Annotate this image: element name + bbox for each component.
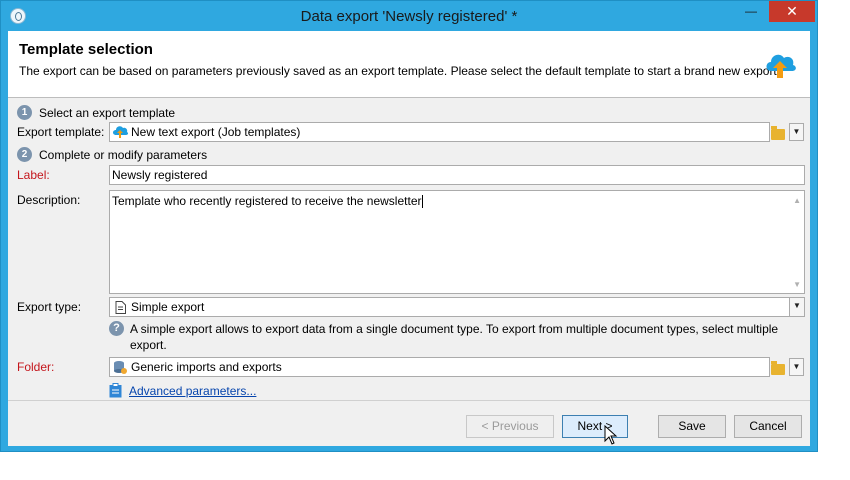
folder-icon[interactable]	[771, 361, 785, 375]
step-label: Select an export template	[39, 105, 176, 120]
title-bar[interactable]: Data export 'Newsly registered' * — ✕	[1, 1, 817, 31]
scroll-down-icon[interactable]: ▼	[793, 280, 801, 289]
text-caret	[421, 195, 423, 209]
minimize-button[interactable]: —	[736, 1, 766, 22]
scroll-up-icon[interactable]: ▲	[793, 196, 801, 205]
mouse-cursor-icon	[604, 425, 618, 445]
window-title: Data export 'Newsly registered' *	[300, 8, 518, 25]
chevron-down-icon[interactable]: ▼	[789, 123, 804, 141]
close-button[interactable]: ✕	[769, 1, 815, 22]
dialog-body: Template selection The export can be bas…	[8, 31, 810, 446]
next-button[interactable]: Next >	[562, 415, 628, 438]
folder-field[interactable]: Generic imports and exports	[109, 357, 770, 377]
save-button[interactable]: Save	[658, 415, 726, 438]
description-value: Template who recently registered to rece…	[112, 194, 422, 208]
export-template-label: Export template:	[17, 125, 105, 139]
chevron-down-icon[interactable]: ▼	[789, 298, 804, 316]
help-icon: ?	[109, 321, 124, 336]
export-type-help: A simple export allows to export data fr…	[130, 322, 779, 352]
description-label: Description:	[17, 193, 81, 207]
chevron-down-icon[interactable]: ▼	[789, 358, 804, 376]
footer-divider	[8, 400, 810, 401]
page-title: Template selection	[19, 41, 153, 58]
folder-value: Generic imports and exports	[131, 360, 282, 374]
step-number-icon: 1	[17, 105, 32, 120]
step-label: Complete or modify parameters	[39, 147, 208, 162]
step-2: 2 Complete or modify parameters	[17, 147, 207, 162]
page-subtitle: The export can be based on parameters pr…	[19, 64, 781, 78]
database-icon	[114, 361, 127, 374]
document-icon	[115, 301, 126, 314]
cloud-upload-icon	[766, 54, 796, 78]
cloud-upload-icon	[113, 126, 128, 138]
folder-icon[interactable]	[771, 126, 785, 140]
description-textarea[interactable]: Template who recently registered to rece…	[109, 190, 805, 294]
export-type-select[interactable]: Simple export ▼	[109, 297, 805, 317]
dialog-window: Data export 'Newsly registered' * — ✕ Te…	[0, 0, 818, 452]
label-label: Label:	[17, 168, 50, 182]
clipboard-icon	[109, 383, 122, 398]
step-1: 1 Select an export template	[17, 105, 175, 120]
export-type-value: Simple export	[131, 300, 205, 314]
previous-button[interactable]: < Previous	[466, 415, 554, 438]
step-number-icon: 2	[17, 147, 32, 162]
header-panel: Template selection The export can be bas…	[8, 31, 810, 98]
export-template-value: New text export (Job templates)	[131, 125, 301, 139]
folder-label: Folder:	[17, 360, 55, 374]
label-value: Newsly registered	[112, 168, 208, 182]
export-type-label: Export type:	[17, 300, 82, 314]
label-input[interactable]: Newsly registered	[109, 165, 805, 185]
export-template-field[interactable]: New text export (Job templates)	[109, 122, 770, 142]
cancel-button[interactable]: Cancel	[734, 415, 802, 438]
advanced-parameters-link[interactable]: Advanced parameters...	[129, 384, 256, 398]
